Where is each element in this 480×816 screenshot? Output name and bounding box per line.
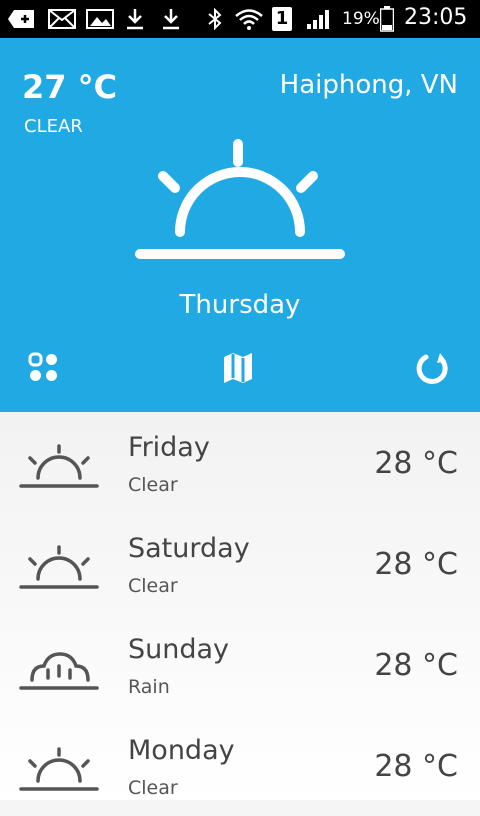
download-icon	[127, 9, 143, 30]
location-label: Haiphong, VN	[279, 70, 458, 100]
battery-percent: 19%	[342, 9, 380, 29]
sim-number: 1	[275, 8, 289, 29]
forecast-temperature: 28 °C	[374, 648, 458, 683]
forecast-condition: Rain	[128, 676, 170, 698]
forecast-temperature: 28 °C	[374, 547, 458, 582]
forecast-day: Saturday	[128, 533, 250, 564]
forecast-day: Friday	[128, 432, 210, 463]
grid-button[interactable]	[24, 348, 64, 388]
current-condition: CLEAR	[24, 116, 83, 137]
add-notification-icon	[8, 10, 34, 28]
clock: 23:05	[404, 5, 468, 30]
forecast-condition: Clear	[128, 777, 178, 799]
forecast-condition: Clear	[128, 474, 178, 496]
forecast-row[interactable]: Saturday Clear 28 °C	[0, 513, 480, 614]
forecast-day: Monday	[128, 735, 235, 766]
rain-icon	[19, 652, 99, 690]
download-icon	[163, 9, 179, 30]
forecast-temperature: 28 °C	[374, 446, 458, 481]
refresh-icon	[416, 353, 448, 384]
forecast-row[interactable]: Friday Clear 28 °C	[0, 412, 480, 513]
forecast-temperature: 28 °C	[374, 749, 458, 784]
forecast-condition: Clear	[128, 575, 178, 597]
forecast-day: Sunday	[128, 634, 230, 665]
current-day: Thursday	[179, 290, 301, 320]
map-button[interactable]	[218, 348, 258, 388]
forecast-row[interactable]: Monday Clear 28 °C	[0, 715, 480, 816]
signal-icon	[307, 10, 329, 29]
sim-slot-badge: 1	[272, 7, 292, 31]
forecast-row[interactable]: Sunday Rain 28 °C	[0, 614, 480, 715]
current-temperature: 27 °C	[22, 68, 118, 106]
forecast-list[interactable]: Friday Clear 28 °C Saturday Clear 28 °C	[0, 412, 480, 800]
refresh-button[interactable]	[413, 348, 453, 388]
status-bar: 1 19% 23:05	[0, 0, 480, 38]
grid-icon	[28, 352, 57, 381]
sunrise-icon	[135, 139, 345, 259]
battery-icon	[380, 6, 394, 32]
image-icon	[86, 9, 114, 29]
mail-icon	[48, 9, 76, 29]
map-icon	[224, 353, 252, 383]
sunrise-icon	[19, 545, 99, 589]
wifi-icon	[235, 9, 263, 30]
sunrise-icon	[19, 444, 99, 488]
sunrise-icon	[19, 747, 99, 791]
current-weather-panel: 27 °C CLEAR Haiphong, VN Thursday	[0, 38, 480, 412]
bluetooth-icon	[208, 8, 222, 30]
